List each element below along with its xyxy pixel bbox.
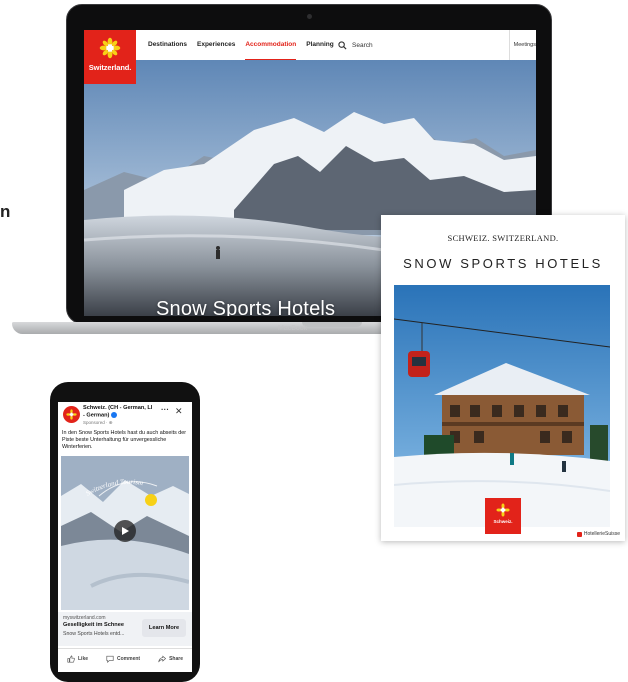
edelweiss-logo-icon <box>99 37 121 59</box>
edelweiss-logo-icon <box>66 409 77 420</box>
logo-text: Switzerland. <box>88 63 132 72</box>
brochure-cover-photo <box>394 285 610 527</box>
share-button[interactable]: Share <box>158 655 183 663</box>
sponsored-label: Sponsored · ⊕ <box>83 420 113 425</box>
chalet-scene <box>394 285 610 527</box>
comment-label: Comment <box>117 655 141 662</box>
brochure-footer: HotellerieSuisse <box>576 531 620 537</box>
thumbs-up-icon <box>67 654 75 663</box>
nav-item-meetings[interactable]: Meetings <box>508 30 536 60</box>
laptop-camera <box>307 14 312 19</box>
edelweiss-logo-icon <box>496 503 510 517</box>
nav-item-destinations[interactable]: Destinations <box>148 30 187 60</box>
nav-item-experiences[interactable]: Experiences <box>197 30 235 60</box>
link-preview[interactable]: myswitzerland.com Geselligkeit im Schnee… <box>58 612 192 646</box>
play-button[interactable] <box>114 520 136 542</box>
search-label: Search <box>352 41 373 49</box>
nav-menu: Destinations Experiences Accommodation P… <box>148 30 334 60</box>
svg-text:Switzerland Tourism: Switzerland Tourism <box>85 478 144 498</box>
like-button[interactable]: Like <box>67 654 89 663</box>
link-description: Snow Sports Hotels entd... <box>63 631 125 637</box>
close-icon[interactable]: ✕ <box>175 406 183 417</box>
nav-item-planning[interactable]: Planning <box>306 30 333 60</box>
post-text: In den Snow Sports Hotels hast du auch a… <box>62 430 187 450</box>
page-name-link[interactable]: Schweiz. (CH - German, LI - German) <box>83 405 153 419</box>
hotelleriesuisse-icon <box>576 531 582 537</box>
laptop-notch <box>302 322 362 327</box>
share-icon <box>158 655 167 662</box>
site-navigation: Destinations Experiences Accommodation P… <box>84 30 536 60</box>
device-label: MacBook <box>278 325 308 332</box>
phone-screen: Schweiz. (CH - German, LI - German) Spon… <box>58 402 192 672</box>
search-button[interactable]: Search <box>338 30 373 60</box>
verified-badge-icon <box>110 412 117 418</box>
brochure-brand: SCHWEIZ. SWITZERLAND. <box>447 233 559 243</box>
video-player[interactable]: Switzerland Tourism <box>61 456 189 610</box>
more-options-icon[interactable]: ··· <box>161 405 169 414</box>
nav-item-accommodation[interactable]: Accommodation <box>245 30 297 60</box>
comment-button[interactable]: Comment <box>106 655 140 663</box>
comment-icon <box>106 655 114 663</box>
page-name: Schweiz. (CH - German, LI - German) <box>83 405 153 419</box>
brochure-title: SNOW SPORTS HOTELS <box>403 256 603 271</box>
play-icon <box>122 527 129 535</box>
brochure: SCHWEIZ. SWITZERLAND. SNOW SPORTS HOTELS <box>381 215 625 541</box>
switzerland-logo[interactable]: Switzerland. <box>84 30 136 84</box>
post-header: Schweiz. (CH - German, LI - German) Spon… <box>58 402 192 428</box>
brochure-footer-text: HotellerieSuisse <box>583 531 620 537</box>
like-label: Like <box>78 655 89 662</box>
search-icon <box>338 40 347 50</box>
post-actions-bar: Like Comment Share <box>58 648 192 668</box>
link-url: myswitzerland.com <box>63 615 106 621</box>
video-overlay-text: Switzerland Tourism <box>85 478 144 498</box>
avatar[interactable] <box>63 406 80 423</box>
learn-more-button[interactable]: Learn More <box>142 619 186 637</box>
brochure-logo-text: Schweiz. <box>493 519 513 524</box>
link-headline: Geselligkeit im Schnee <box>63 622 124 628</box>
cropped-text: n <box>0 202 11 221</box>
hero-title: Snow Sports Hotels <box>156 298 336 316</box>
video-overlay-text-layer: Switzerland Tourism <box>85 478 144 498</box>
brochure-schweiz-logo: Schweiz. <box>485 498 521 534</box>
share-label: Share <box>169 655 183 662</box>
